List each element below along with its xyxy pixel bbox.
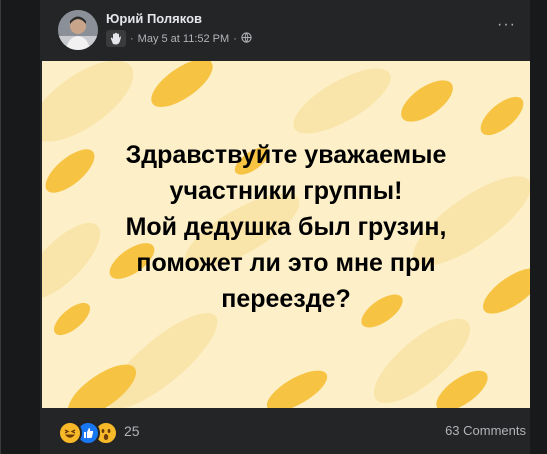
- globe-icon[interactable]: [241, 31, 252, 46]
- reaction-count[interactable]: 25: [124, 423, 140, 439]
- post-text-background[interactable]: Здравствуйте уважаемые участники группы!…: [42, 61, 530, 408]
- post-card: Юрий Поляков · May 5 at 11:52 PM · ··· З…: [40, 0, 530, 454]
- meta-separator: ·: [130, 32, 134, 45]
- post-text-line: переезде?: [221, 285, 351, 313]
- author-avatar[interactable]: [58, 10, 98, 50]
- page-left-edge: [0, 0, 40, 454]
- post-header: Юрий Поляков · May 5 at 11:52 PM · ···: [40, 0, 530, 60]
- wave-hand-icon[interactable]: [106, 30, 126, 47]
- meta-separator-2: ·: [233, 32, 237, 45]
- post-text-line: поможет ли это мне при: [136, 249, 436, 277]
- post-meta: · May 5 at 11:52 PM ·: [106, 30, 252, 47]
- post-text: Здравствуйте уважаемые участники группы!…: [42, 137, 530, 317]
- laughing-emoji-icon: [58, 421, 82, 445]
- post-text-line: Мой дедушка был грузин,: [125, 213, 447, 241]
- author-name[interactable]: Юрий Поляков: [106, 11, 202, 26]
- more-options-button[interactable]: ···: [497, 16, 516, 34]
- page-right-gutter: [530, 0, 547, 454]
- post-timestamp[interactable]: May 5 at 11:52 PM: [138, 33, 230, 45]
- post-text-line: участники группы!: [169, 177, 403, 205]
- left-divider: [0, 0, 1, 454]
- post-footer: 25 63 Comments: [40, 408, 530, 454]
- reactions-summary[interactable]: [58, 421, 118, 445]
- comments-count-link[interactable]: 63 Comments: [445, 423, 526, 438]
- post-text-line: Здравствуйте уважаемые: [125, 141, 447, 169]
- avatar-image: [58, 10, 98, 50]
